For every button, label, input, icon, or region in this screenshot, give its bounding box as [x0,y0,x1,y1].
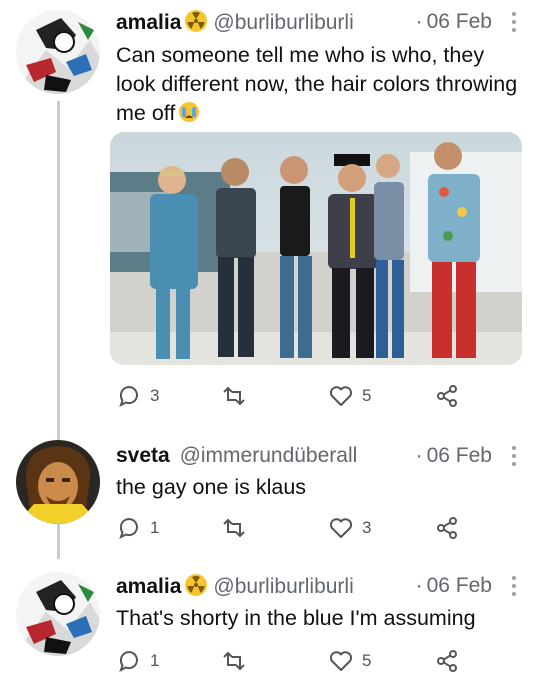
heart-icon [329,518,353,538]
tweet-text: That's shorty in the blue I'm assuming [116,604,522,633]
separator-dot: · [415,444,423,467]
share-icon [437,385,457,407]
heart-icon [329,386,353,406]
reply-button[interactable]: 3 [116,381,159,411]
avatar-amalia[interactable] [16,10,100,94]
tweet-photo[interactable] [110,132,522,365]
avatar-sveta[interactable] [16,440,100,524]
reply-count: 1 [150,518,160,537]
avatar-image [16,440,100,524]
crying-face-emoji [177,101,201,123]
avatar-image [16,10,100,94]
reply-count: 3 [150,386,160,405]
reply-button[interactable]: 1 [116,646,159,676]
retweet-icon [223,518,245,538]
tweet-text-content: That's shorty in the blue I'm assuming [116,606,476,630]
reply-button[interactable]: 1 [116,513,159,543]
share-button[interactable] [434,381,460,411]
share-icon [437,517,457,539]
display-name[interactable]: sveta [116,444,170,467]
separator-dot: · [415,10,423,33]
user-handle[interactable]: @burliburliburli [213,575,353,598]
radioactive-badge-icon [185,574,208,596]
user-handle[interactable]: @burliburliburli [213,11,353,34]
retweet-button[interactable] [220,646,256,676]
share-button[interactable] [434,646,460,676]
timestamp[interactable]: · 06 Feb [416,574,492,598]
speech-bubble-icon [119,518,138,539]
tweet-3[interactable]: amalia @burliburliburli · 06 Feb That's sh… [0,560,540,687]
avatar-amalia[interactable] [16,572,100,656]
tweet-header: amalia @burliburliburli · 06 Feb [116,10,520,40]
tweet-actions: 1 5 [116,646,516,676]
tweet-text: the gay one is klaus [116,473,522,502]
speech-bubble-icon [119,386,138,407]
heart-icon [329,651,353,671]
more-options-icon[interactable] [508,12,520,36]
tweet-header: amalia @burliburliburli · 06 Feb [116,574,520,604]
like-button[interactable]: 5 [328,646,371,676]
like-count: 5 [362,386,372,405]
avatar-image [16,572,100,656]
share-icon [437,650,457,672]
display-name[interactable]: amalia [116,575,181,598]
tweet-header: sveta @immerundüberall · 06 Feb [116,444,520,474]
separator-dot: · [415,574,423,597]
like-button[interactable]: 3 [328,513,371,543]
timestamp[interactable]: · 06 Feb [416,10,492,34]
tweet-1[interactable]: amalia @burliburliburli · 06 Feb Can someo… [0,0,540,420]
retweet-button[interactable] [220,381,256,411]
tweet-text-content: Can someone tell me who is who, they loo… [116,43,518,125]
more-options-icon[interactable] [508,576,520,600]
tweet-text-content: the gay one is klaus [116,475,307,499]
tweet-text: Can someone tell me who is who, they loo… [116,41,522,128]
speech-bubble-icon [119,651,138,672]
timestamp-text: 06 Feb [426,10,492,33]
timestamp[interactable]: · 06 Feb [416,444,492,468]
retweet-icon [223,386,245,406]
like-count: 5 [362,651,372,670]
more-options-icon[interactable] [508,446,520,470]
share-button[interactable] [434,513,460,543]
timestamp-text: 06 Feb [426,574,492,597]
retweet-button[interactable] [220,513,256,543]
like-button[interactable]: 5 [328,381,371,411]
radioactive-badge-icon [185,10,208,32]
reply-count: 1 [150,651,160,670]
retweet-icon [223,651,245,671]
display-name[interactable]: amalia [116,11,181,34]
timestamp-text: 06 Feb [426,444,492,467]
like-count: 3 [362,518,372,537]
tweet-actions: 1 3 [116,513,516,543]
tweet-actions: 3 5 [116,381,516,411]
tweet-2[interactable]: sveta @immerundüberall · 06 Feb the gay o… [0,420,540,560]
band-photo-image [110,132,522,365]
user-handle[interactable]: @immerundüberall [180,444,358,467]
